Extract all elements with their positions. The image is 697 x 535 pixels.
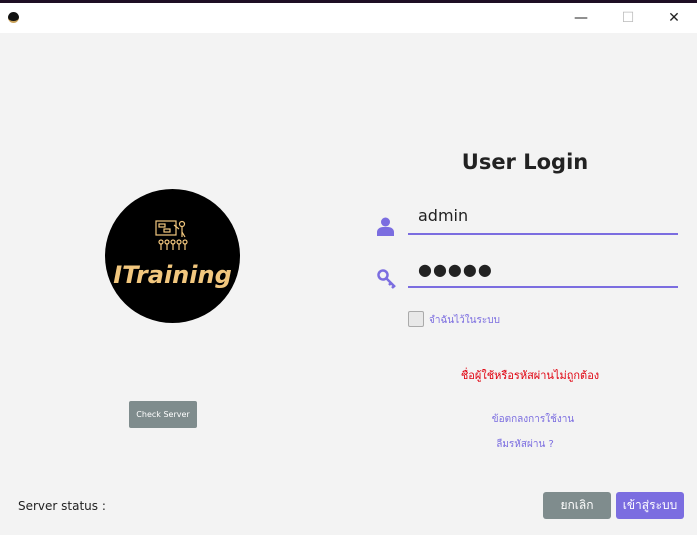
page-title: User Login: [461, 150, 589, 174]
maximize-button[interactable]: ☐: [605, 3, 651, 33]
forgot-password-link[interactable]: ลืมรหัสผ่าน ?: [450, 437, 600, 452]
remember-me-label[interactable]: จำฉันไว้ในระบบ: [429, 313, 500, 328]
app-icon: [8, 12, 19, 23]
close-button[interactable]: ✕: [651, 3, 697, 33]
teacher-presentation-icon: [155, 220, 188, 250]
login-button[interactable]: เข้าสู่ระบบ: [616, 492, 684, 519]
terms-link[interactable]: ข้อตกลงการใช้งาน: [458, 412, 608, 427]
cancel-button[interactable]: ยกเลิก: [543, 492, 611, 519]
remember-me-checkbox[interactable]: [408, 311, 424, 327]
title-bar: — ☐ ✕: [0, 3, 697, 33]
server-status-label: Server status :: [18, 499, 106, 513]
minimize-button[interactable]: —: [558, 3, 604, 33]
check-server-button[interactable]: Check Server: [129, 401, 197, 428]
user-icon: [377, 217, 394, 236]
password-underline: [408, 286, 678, 288]
itraining-logo: ITraining: [105, 189, 240, 323]
username-underline: [408, 233, 678, 235]
username-input[interactable]: admin: [418, 206, 468, 225]
logo-text: ITraining: [113, 261, 232, 289]
password-input[interactable]: ●●●●●: [418, 260, 493, 279]
error-message: ชื่อผู้ใช้หรือรหัสผ่านไม่ถูกต้อง: [460, 369, 600, 382]
key-icon: [377, 269, 396, 289]
